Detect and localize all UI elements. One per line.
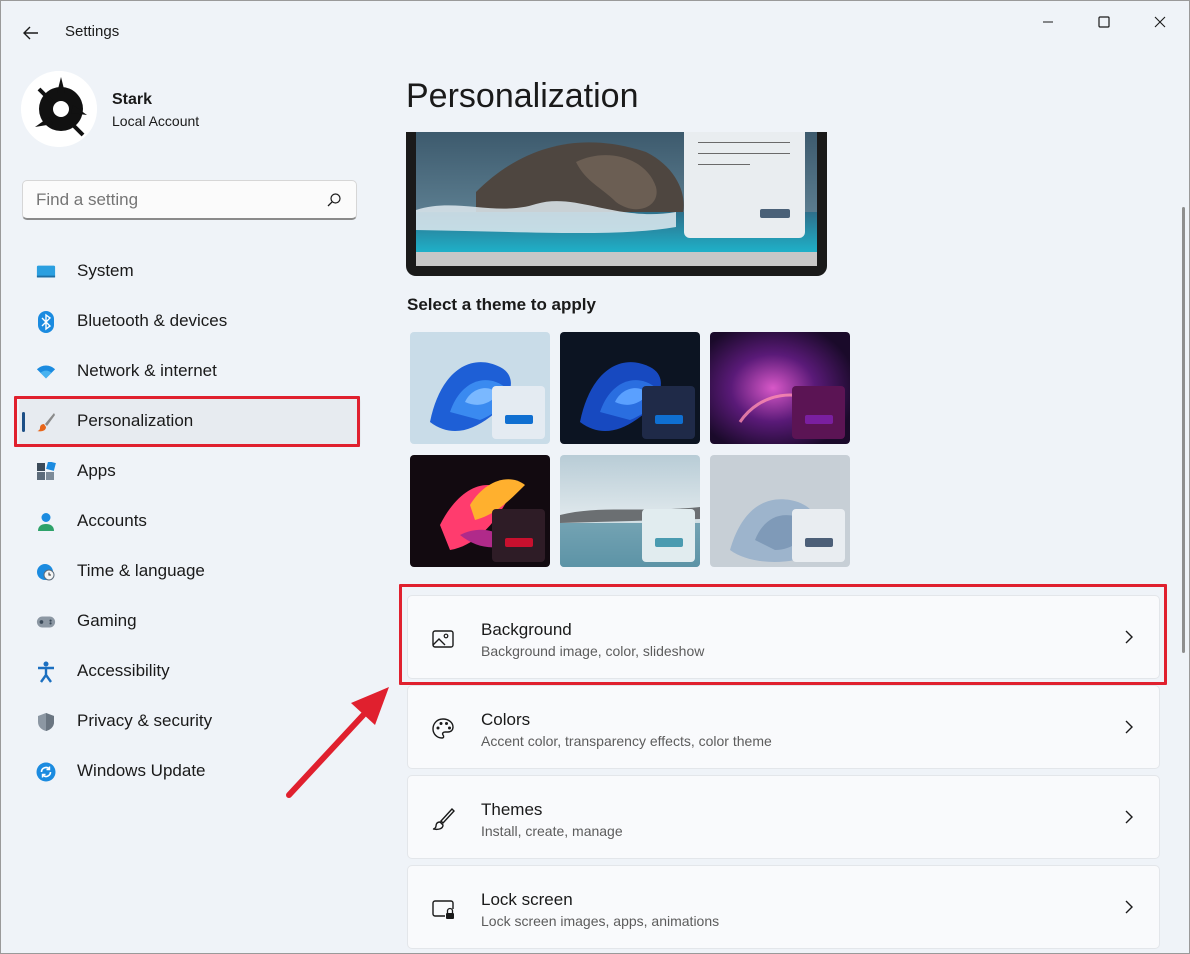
theme-accent-swatch [505, 415, 533, 424]
theme-thumbnail-flow[interactable] [710, 455, 850, 567]
setting-card-lock-screen[interactable]: Lock screen Lock screen images, apps, an… [407, 865, 1160, 949]
sidebar-item-gaming[interactable]: Gaming [19, 597, 361, 647]
preview-text-line [698, 164, 750, 165]
theme-thumbnail-sunrise[interactable] [560, 455, 700, 567]
title-bar: Settings [1, 1, 1189, 63]
search-icon[interactable] [326, 192, 342, 208]
update-icon [36, 762, 56, 782]
sidebar-item-apps[interactable]: Apps [19, 447, 361, 497]
theme-thumbnail-windows-dark[interactable] [560, 332, 700, 444]
sidebar-item-label: Accessibility [77, 661, 170, 680]
chevron-right-icon [1125, 810, 1133, 824]
theme-section-heading: Select a theme to apply [407, 295, 596, 314]
settings-window: Settings Stark Local Account Find a sett… [0, 0, 1190, 954]
minimize-button[interactable] [1025, 7, 1071, 37]
globe-clock-icon [36, 562, 56, 582]
chevron-right-icon [1125, 900, 1133, 914]
sidebar-item-label: Time & language [77, 561, 205, 580]
gamepad-icon [36, 612, 56, 632]
setting-title: Lock screen [481, 890, 573, 909]
preview-text-line [698, 142, 790, 143]
back-button[interactable] [15, 19, 47, 47]
annotation-arrow-icon [286, 687, 389, 798]
profile-account-type: Local Account [112, 113, 200, 129]
scrollbar[interactable] [1182, 207, 1185, 653]
sidebar-item-label: Windows Update [77, 761, 206, 780]
sidebar-item-label: Gaming [77, 611, 137, 630]
preview-window-button [760, 209, 790, 218]
apps-icon [36, 462, 56, 482]
theme-thumbnail-captured-motion[interactable] [410, 455, 550, 567]
preview-window [684, 132, 805, 238]
sidebar-item-network[interactable]: Network & internet [19, 347, 361, 397]
bluetooth-icon [36, 311, 56, 333]
sidebar-item-bluetooth[interactable]: Bluetooth & devices [19, 297, 361, 347]
sidebar-item-time-language[interactable]: Time & language [19, 547, 361, 597]
setting-title: Colors [481, 710, 531, 729]
app-title: Settings [65, 23, 120, 40]
setting-subtitle: Lock screen images, apps, animations [481, 913, 720, 929]
sidebar-item-label: Network & internet [77, 361, 217, 380]
setting-card-colors[interactable]: Colors Accent color, transparency effect… [407, 685, 1160, 769]
theme-accent-swatch [505, 538, 533, 547]
wifi-icon [36, 362, 56, 382]
avatar[interactable] [21, 71, 97, 147]
page-title: Personalization [406, 77, 639, 115]
close-button[interactable] [1137, 7, 1183, 37]
theme-accent-swatch [655, 538, 683, 547]
theme-accent-swatch [805, 415, 833, 424]
theme-thumbnail-windows-light[interactable] [410, 332, 550, 444]
preview-taskbar [416, 252, 817, 266]
lock-screen-icon [432, 900, 454, 919]
brush-icon [432, 807, 455, 831]
search-box[interactable] [22, 180, 357, 220]
preview-text-line [698, 153, 790, 154]
theme-window-preview [792, 509, 845, 562]
theme-accent-swatch [655, 415, 683, 424]
avatar-logo-icon [21, 71, 97, 147]
theme-preview [406, 132, 827, 276]
palette-icon [432, 718, 454, 739]
chevron-right-icon [1125, 720, 1133, 734]
setting-subtitle: Install, create, manage [481, 823, 623, 839]
sidebar-item-label: Bluetooth & devices [77, 311, 228, 330]
highlight-box-background [399, 584, 1167, 685]
setting-subtitle: Accent color, transparency effects, colo… [481, 733, 772, 749]
sidebar-item-accounts[interactable]: Accounts [19, 497, 361, 547]
sidebar-item-label: Privacy & security [77, 711, 213, 730]
theme-window-preview [642, 386, 695, 439]
minimize-icon [1043, 21, 1053, 23]
setting-card-themes[interactable]: Themes Install, create, manage [407, 775, 1160, 859]
maximize-button[interactable] [1081, 7, 1127, 37]
theme-accent-swatch [805, 538, 833, 547]
highlight-box-personalization [14, 396, 360, 447]
setting-title: Themes [481, 800, 543, 819]
theme-thumbnail-glow[interactable] [710, 332, 850, 444]
sidebar-item-label: Apps [77, 461, 116, 480]
close-icon [1154, 16, 1166, 28]
theme-window-preview [492, 509, 545, 562]
theme-window-preview [492, 386, 545, 439]
search-input[interactable] [36, 190, 306, 210]
maximize-icon [1098, 16, 1110, 28]
sidebar-item-label: Accounts [77, 511, 147, 530]
sidebar-item-label: System [77, 261, 134, 280]
theme-window-preview [642, 509, 695, 562]
theme-window-preview [792, 386, 845, 439]
sidebar-item-system[interactable]: System [19, 247, 361, 297]
back-arrow-icon [23, 26, 38, 40]
monitor-icon [36, 262, 56, 282]
shield-icon [36, 712, 56, 732]
profile-name: Stark [112, 91, 153, 108]
accessibility-icon [36, 661, 56, 683]
person-icon [36, 512, 56, 532]
